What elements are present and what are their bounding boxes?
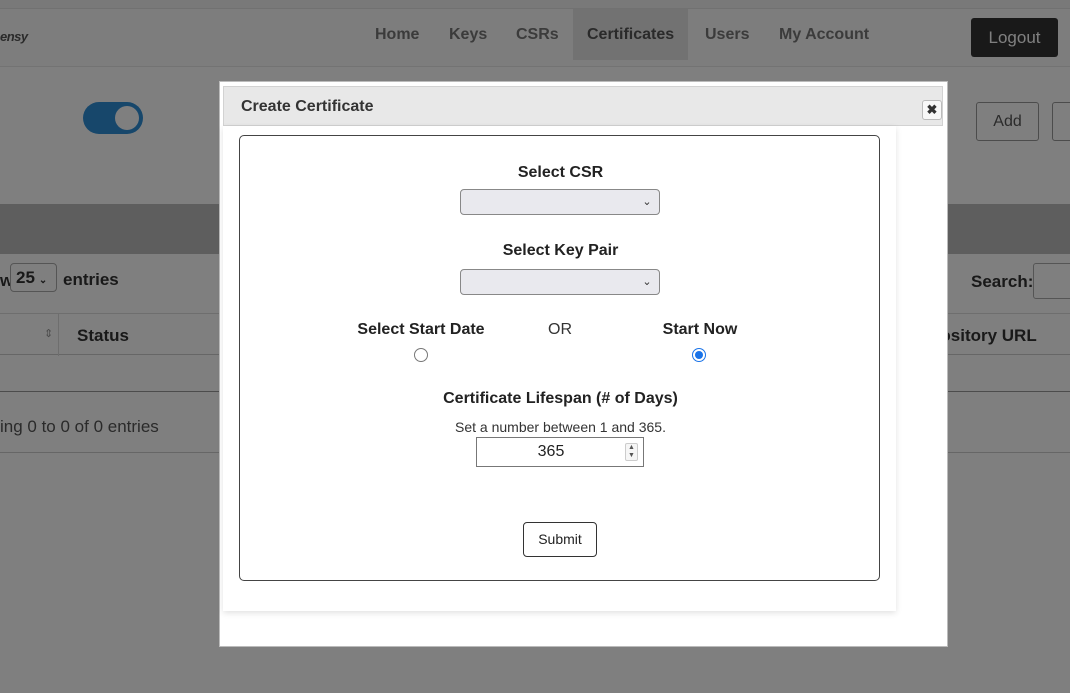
modal-header: Create Certificate ✖: [223, 86, 943, 126]
close-icon[interactable]: ✖: [922, 100, 942, 120]
lifespan-hint: Set a number between 1 and 365.: [455, 419, 666, 435]
spinner-icon[interactable]: ▲ ▼: [625, 443, 638, 461]
chevron-down-icon: ⌄: [642, 276, 652, 288]
create-certificate-modal: Create Certificate ✖ Select CSR ⌄ Select…: [219, 81, 948, 647]
chevron-down-icon: ⌄: [642, 196, 652, 208]
start-date-label: Select Start Date: [357, 321, 485, 338]
lifespan-label: Certificate Lifespan (# of Days): [443, 390, 678, 407]
submit-button[interactable]: Submit: [523, 522, 597, 557]
modal-title: Create Certificate: [241, 98, 374, 115]
start-now-label: Start Now: [662, 321, 738, 338]
select-csr-dropdown[interactable]: ⌄: [460, 189, 660, 215]
start-date-radio[interactable]: [414, 348, 428, 362]
lifespan-input[interactable]: 365 ▲ ▼: [476, 437, 644, 467]
start-now-radio[interactable]: [692, 348, 706, 362]
select-keypair-dropdown[interactable]: ⌄: [460, 269, 660, 295]
or-label: OR: [548, 321, 572, 338]
select-keypair-label: Select Key Pair: [502, 242, 619, 259]
select-csr-label: Select CSR: [517, 164, 604, 181]
certificate-form: Select CSR ⌄ Select Key Pair ⌄ Select St…: [239, 135, 880, 581]
lifespan-value: 365: [537, 443, 565, 460]
